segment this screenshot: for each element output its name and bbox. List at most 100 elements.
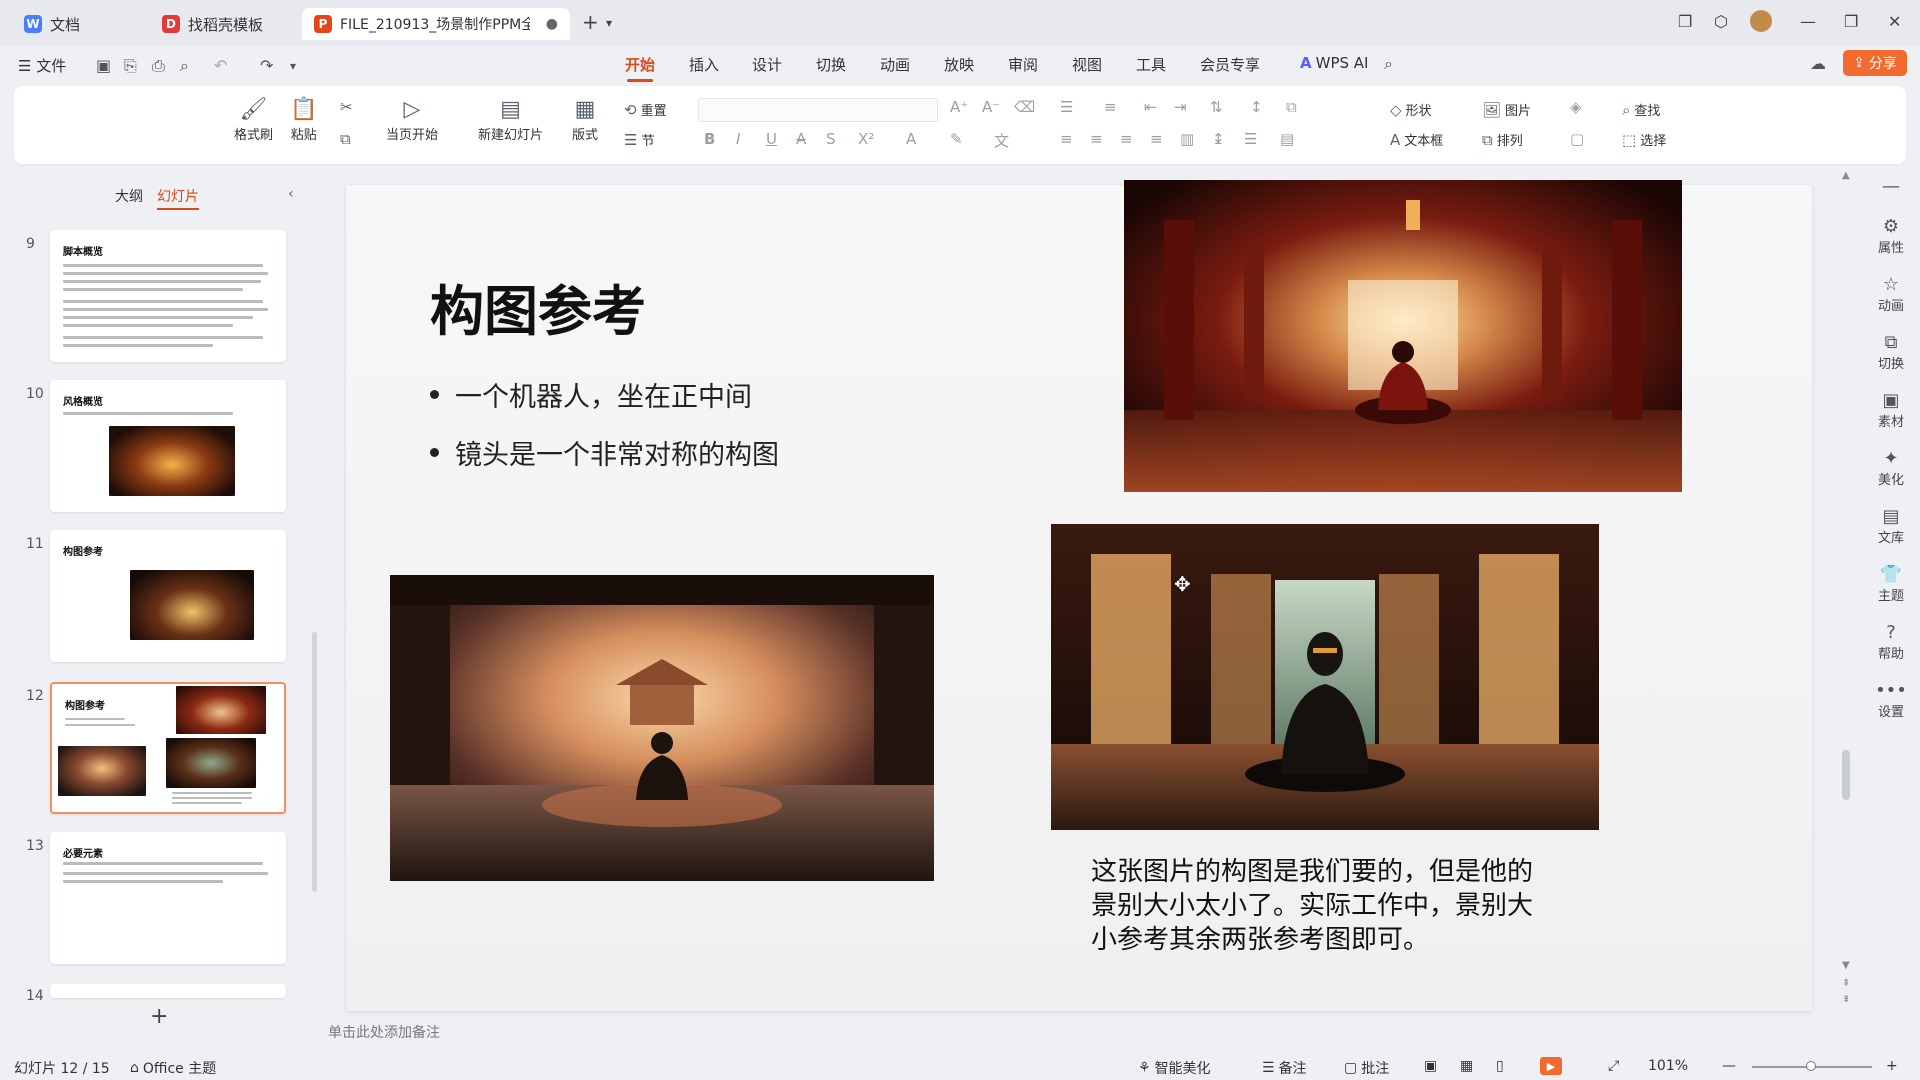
collapse-panel-icon[interactable]: ‹ <box>288 186 294 202</box>
sidebar-properties[interactable]: ⚙ 属性 <box>1862 216 1920 256</box>
select-button[interactable]: ⬚ 选择 <box>1622 130 1666 150</box>
menu-view[interactable]: 视图 <box>1072 54 1102 75</box>
slide-thumbnail-11[interactable]: 构图参考 <box>50 530 286 662</box>
font-color-icon[interactable]: A <box>906 130 916 148</box>
normal-view-icon[interactable]: ▣ <box>1424 1058 1437 1074</box>
picture-button[interactable]: 🖼 图片 <box>1482 100 1531 120</box>
slide-thumbnail-13[interactable]: 必要元素 <box>50 832 286 964</box>
cube-icon[interactable]: ⬡ <box>1714 12 1728 31</box>
reference-image-temple-hall[interactable] <box>1124 180 1682 492</box>
character-spacing-icon[interactable]: 文 <box>994 130 1009 151</box>
slide-thumbnail-10[interactable]: 风格概览 <box>50 380 286 512</box>
fill-icon[interactable]: ◈ <box>1570 98 1582 116</box>
new-slide-button[interactable]: ▤ 新建幻灯片 <box>478 96 543 143</box>
shape-button[interactable]: ◇ 形状 <box>1390 100 1432 120</box>
slideshow-play-icon[interactable]: ▶ <box>1540 1057 1562 1075</box>
collapse-sidebar-icon[interactable]: — <box>1862 176 1920 197</box>
fit-window-icon[interactable]: ⤢ <box>1608 1058 1619 1074</box>
align-left-icon[interactable]: ≡ <box>1060 130 1073 148</box>
menu-animation[interactable]: 动画 <box>880 54 910 75</box>
zoom-level[interactable]: 101% <box>1648 1058 1688 1074</box>
sort-icon[interactable]: ↕ <box>1250 98 1263 116</box>
italic-icon[interactable]: I <box>736 130 740 148</box>
zoom-in-icon[interactable]: + <box>1886 1058 1898 1074</box>
find-button[interactable]: ⌕ 查找 <box>1622 100 1660 120</box>
zoom-out-icon[interactable]: — <box>1722 1058 1736 1074</box>
numbered-list-icon[interactable]: ≡ <box>1104 98 1117 116</box>
scroll-up-icon[interactable]: ▲ <box>1842 170 1850 181</box>
canvas-scrollbar[interactable] <box>1842 750 1850 800</box>
customize-chevron-icon[interactable]: ▾ <box>290 59 296 73</box>
sidebar-library[interactable]: ▤ 文库 <box>1862 506 1920 546</box>
outline-icon[interactable]: ▢ <box>1570 130 1584 148</box>
slide-thumbnail-14[interactable] <box>50 984 286 998</box>
window-restore-icon[interactable]: ❐ <box>1678 12 1692 31</box>
sidebar-beautify[interactable]: ✦ 美化 <box>1862 448 1920 488</box>
tab-dot-icon[interactable]: ● <box>546 16 558 32</box>
cloud-upload-icon[interactable]: ☁ <box>1810 54 1826 73</box>
add-slide-button[interactable]: + <box>150 1004 168 1029</box>
bullet-list-icon[interactable]: ☰ <box>1060 98 1073 116</box>
print-icon[interactable]: ⎙ <box>152 56 165 76</box>
strikethrough-icon[interactable]: A <box>796 130 806 148</box>
chevron-down-icon[interactable]: ▾ <box>606 16 612 30</box>
line-spacing-icon[interactable]: ↨ <box>1212 130 1225 148</box>
menu-tools[interactable]: 工具 <box>1136 54 1166 75</box>
sidebar-settings[interactable]: ••• 设置 <box>1862 680 1920 720</box>
save-icon[interactable]: ▣ <box>96 56 111 75</box>
slide-canvas[interactable]: 构图参考 一个机器人，坐在正中间 镜头是一个非常对称的构图 这张图片的构图是我们… <box>346 180 1812 1011</box>
menu-design[interactable]: 设计 <box>752 54 782 75</box>
slide-thumbnail-12[interactable]: 构图参考 <box>50 682 286 814</box>
theme-indicator[interactable]: ⌂ Office 主题 <box>130 1058 216 1078</box>
slide-caption[interactable]: 这张图片的构图是我们要的，但是他的景别大小太小了。实际工作中，景别大小参考其余两… <box>1091 855 1551 957</box>
maximize-icon[interactable]: ❐ <box>1844 12 1858 31</box>
paragraph-spacing-icon[interactable]: ☰ <box>1244 130 1257 148</box>
menu-review[interactable]: 审阅 <box>1008 54 1038 75</box>
comments-toggle[interactable]: ▢ 批注 <box>1344 1058 1389 1078</box>
copy-icon[interactable]: ⧉ <box>340 130 355 148</box>
scroll-down-icon[interactable]: ▼ <box>1842 960 1850 971</box>
align-center-icon[interactable]: ≡ <box>1090 130 1103 148</box>
tab-docs[interactable]: W 文档 <box>12 8 142 40</box>
menu-transition[interactable]: 切换 <box>816 54 846 75</box>
tab-current-file[interactable]: P FILE_210913_场景制作PPM全 ● <box>302 8 570 40</box>
panel-scrollbar[interactable] <box>312 632 317 892</box>
notes-toggle[interactable]: ☰ 备注 <box>1262 1058 1307 1078</box>
sidebar-theme[interactable]: 👕 主题 <box>1862 564 1920 604</box>
next-slide-icon[interactable]: ⇟ <box>1842 994 1850 1005</box>
start-current-button[interactable]: ▷ 当页开始 <box>386 96 438 143</box>
undo-icon[interactable]: ↶ <box>214 56 227 75</box>
reset-button[interactable]: ⟲ 重置 <box>624 100 667 120</box>
decrease-indent-icon[interactable]: ⇤ <box>1144 98 1157 116</box>
print-preview-icon[interactable]: ⌕ <box>180 56 189 76</box>
reading-view-icon[interactable]: ▯ <box>1496 1058 1504 1074</box>
close-icon[interactable]: ✕ <box>1888 12 1901 31</box>
justify-icon[interactable]: ≡ <box>1150 130 1163 148</box>
notes-pane[interactable]: 单击此处添加备注 <box>318 1018 1838 1058</box>
share-button[interactable]: ⇪ 分享 <box>1843 50 1907 76</box>
sidebar-transition[interactable]: ⧉ 切换 <box>1862 332 1920 372</box>
bold-icon[interactable]: B <box>704 130 715 148</box>
file-menu[interactable]: ☰ 文件 <box>18 55 66 76</box>
format-painter-button[interactable]: 🖌 格式刷 <box>234 96 273 143</box>
slide-thumbnail-9[interactable]: 脚本概览 <box>50 230 286 362</box>
export-icon[interactable]: ⎘ <box>124 56 137 76</box>
reference-image-misty-temple[interactable] <box>390 575 934 881</box>
distribute-icon[interactable]: ▥ <box>1180 130 1194 148</box>
highlight-icon[interactable]: ✎ <box>950 130 963 148</box>
wps-ai-button[interactable]: A WPS AI <box>1300 54 1368 72</box>
tab-docer[interactable]: D 找稻壳模板 <box>150 8 295 40</box>
shadow-icon[interactable]: S <box>826 130 836 148</box>
tab-slides[interactable]: 幻灯片 <box>157 186 199 210</box>
slide-title[interactable]: 构图参考 <box>430 267 646 346</box>
section-button[interactable]: ☰ 节 <box>624 130 654 150</box>
slide-sorter-icon[interactable]: ▦ <box>1460 1058 1473 1074</box>
reference-image-robot-meditating[interactable] <box>1051 524 1599 830</box>
increase-font-icon[interactable]: A⁺ <box>950 98 968 116</box>
sidebar-assets[interactable]: ▣ 素材 <box>1862 390 1920 430</box>
decrease-font-icon[interactable]: A⁻ <box>982 98 1000 116</box>
smart-beautify-button[interactable]: ⚘ 智能美化 <box>1138 1058 1211 1078</box>
avatar[interactable] <box>1750 10 1772 32</box>
menu-home[interactable]: 开始 <box>625 54 655 82</box>
underline-icon[interactable]: U <box>766 130 777 148</box>
